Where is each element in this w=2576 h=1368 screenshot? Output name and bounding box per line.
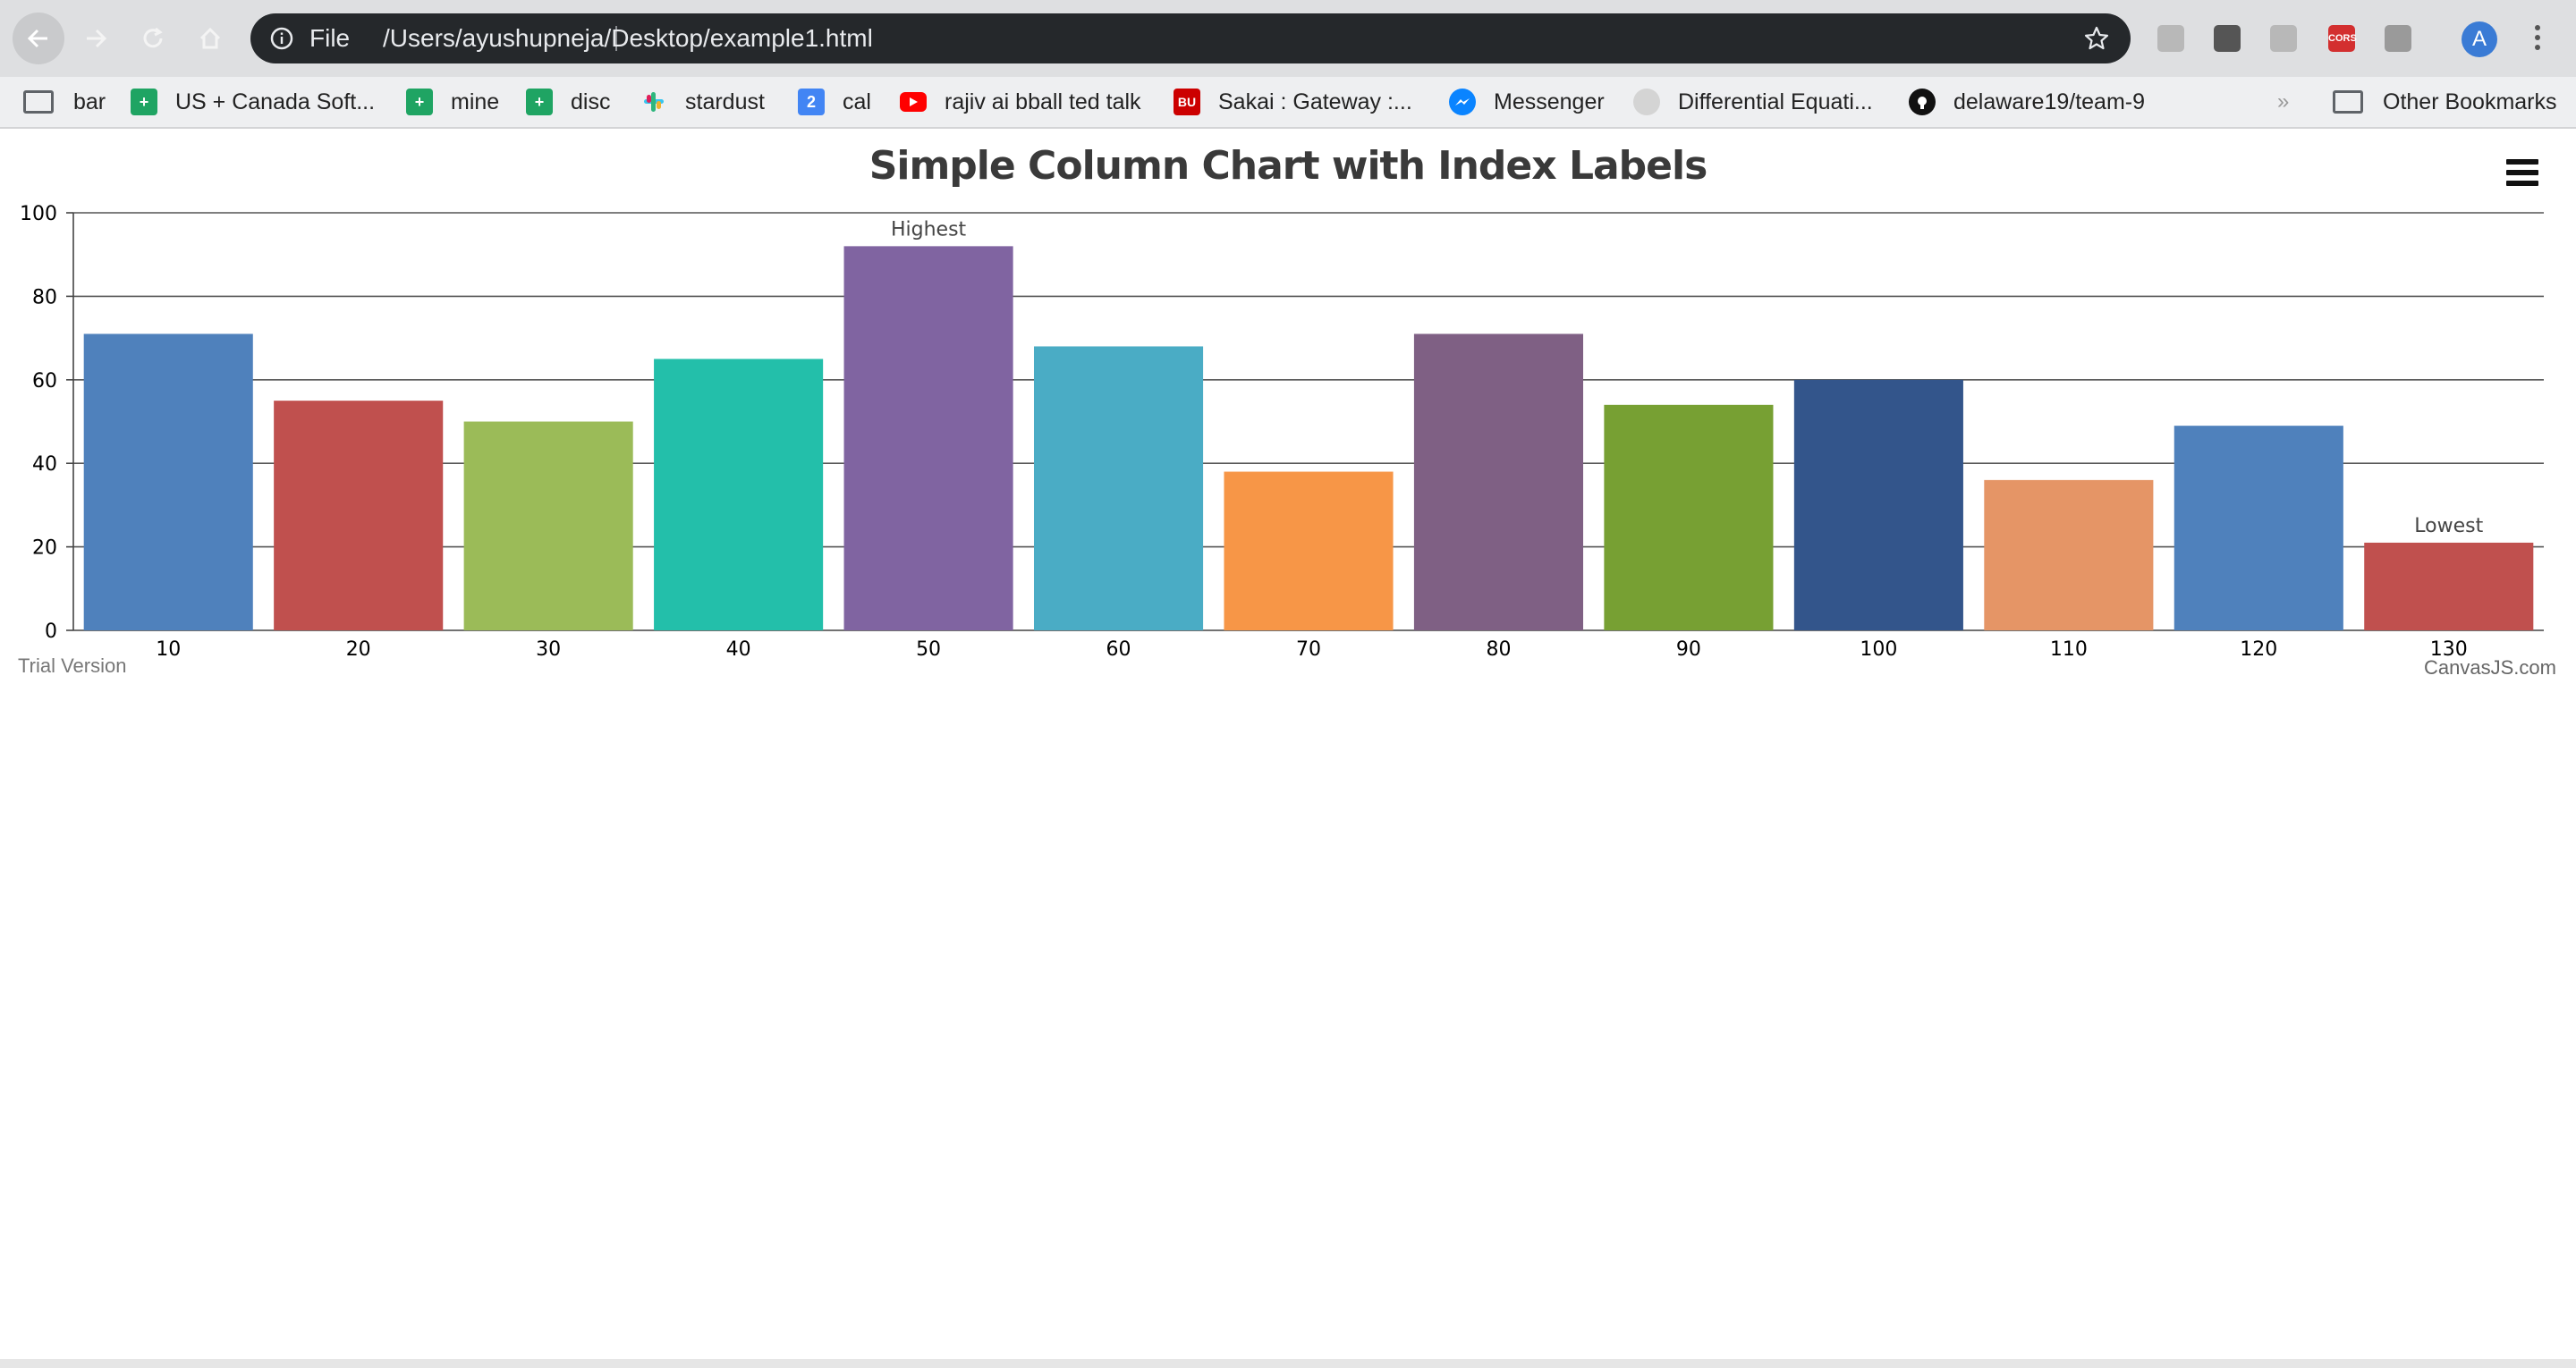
globe-icon xyxy=(1633,89,1660,115)
x-tick-label: 90 xyxy=(1676,638,1701,661)
folder-icon xyxy=(23,90,54,114)
y-tick-label: 100 xyxy=(20,203,57,225)
bar xyxy=(463,421,633,630)
slack-icon xyxy=(640,89,667,115)
reload-icon xyxy=(143,27,163,48)
bookmark-rajiv-talk[interactable]: rajiv ai bball ted talk xyxy=(900,77,1141,127)
canvasjs-credit-link[interactable]: CanvasJS.com xyxy=(2424,656,2556,680)
bookmark-label: Sakai : Gateway :... xyxy=(1218,89,1412,114)
sheets-icon: + xyxy=(526,89,553,115)
bar xyxy=(1604,404,1774,630)
back-arrow-icon xyxy=(27,29,47,48)
bookmarks-bar: bar + US + Canada Soft... + mine + disc … xyxy=(0,77,2576,129)
cors-extension-icon[interactable]: CORS xyxy=(2328,25,2357,52)
index-label: Highest xyxy=(891,218,967,241)
bar xyxy=(83,334,253,630)
copy-extension-icon[interactable] xyxy=(2270,25,2297,52)
x-tick-label: 50 xyxy=(916,638,941,661)
window-bottom-edge xyxy=(0,1359,2576,1368)
bookmark-messenger[interactable]: Messenger xyxy=(1449,77,1605,127)
x-tick-label: 110 xyxy=(2050,638,2088,661)
bar xyxy=(1793,379,1963,630)
sheets-icon: + xyxy=(406,89,433,115)
column-chart: 0 20 40 60 80 100 10 20 30 40 50 Highest 60 70 80 90 100… xyxy=(20,203,2544,661)
bookmark-stardust[interactable]: stardust xyxy=(640,77,765,127)
bar xyxy=(2364,542,2534,630)
sheets-icon: + xyxy=(131,89,157,115)
bookmark-star-icon[interactable] xyxy=(2084,26,2109,51)
trial-version-label: Trial Version xyxy=(18,654,127,677)
x-tick-label: 100 xyxy=(1860,638,1897,661)
github-icon xyxy=(1909,89,1936,115)
y-tick-label: 20 xyxy=(32,537,57,560)
browser-toolbar: File /Users/ayushupneja/Desktop/example1… xyxy=(0,0,2576,77)
bookmark-label: bar xyxy=(73,89,106,114)
reload-button[interactable] xyxy=(127,13,179,64)
messenger-icon xyxy=(1449,89,1476,115)
bu-icon: BU xyxy=(1174,89,1200,115)
browser-menu-icon[interactable] xyxy=(2535,25,2542,54)
back-button[interactable] xyxy=(13,13,64,64)
address-scheme: File xyxy=(309,24,351,52)
bookmark-sakai[interactable]: BU Sakai : Gateway :... xyxy=(1174,77,1412,127)
profile-avatar[interactable]: A xyxy=(2462,21,2497,57)
index-label: Lowest xyxy=(2414,515,2483,537)
bookmark-differential[interactable]: Differential Equati... xyxy=(1633,77,1873,127)
folder-icon xyxy=(2333,90,2363,114)
forward-button[interactable] xyxy=(70,13,122,64)
bookmark-label: disc xyxy=(571,89,611,114)
bookmark-label: delaware19/team-9 xyxy=(1953,89,2146,114)
fx-extension-icon[interactable] xyxy=(2157,25,2184,52)
bookmark-bar-folder[interactable]: bar xyxy=(23,77,106,127)
bookmark-label: Differential Equati... xyxy=(1678,89,1873,114)
mail-extension-icon[interactable] xyxy=(2385,25,2411,52)
address-bar[interactable]: File /Users/ayushupneja/Desktop/example1… xyxy=(250,13,2131,63)
y-tick-label: 40 xyxy=(32,453,57,476)
bookmarks-overflow-button[interactable]: » xyxy=(2277,77,2289,127)
forward-arrow-icon xyxy=(87,29,107,48)
bookmark-label: Messenger xyxy=(1494,89,1605,114)
bar xyxy=(2174,426,2343,630)
calendar-icon: 2 xyxy=(798,89,825,115)
bar xyxy=(654,359,824,630)
other-bookmarks-label: Other Bookmarks xyxy=(2383,89,2557,114)
y-tick-label: 60 xyxy=(32,370,57,393)
x-tick-label: 120 xyxy=(2240,638,2277,661)
bar xyxy=(843,246,1013,630)
bookmark-cal[interactable]: 2 cal xyxy=(798,77,871,127)
bookmark-label: rajiv ai bball ted talk xyxy=(945,89,1141,114)
x-tick-label: 10 xyxy=(156,638,181,661)
y-tick-label: 0 xyxy=(45,621,57,643)
bookmark-label: mine xyxy=(451,89,500,114)
bookmark-label: US + Canada Soft... xyxy=(175,89,376,114)
bookmark-label: cal xyxy=(843,89,871,114)
bar xyxy=(1413,334,1584,630)
download-extension-icon[interactable] xyxy=(2214,25,2241,52)
other-bookmarks-folder[interactable]: Other Bookmarks xyxy=(2333,77,2557,127)
home-icon xyxy=(199,27,221,49)
x-tick-label: 70 xyxy=(1296,638,1321,661)
x-tick-label: 20 xyxy=(346,638,371,661)
home-button[interactable] xyxy=(184,13,236,64)
address-url[interactable]: /Users/ayushupneja/Desktop/example1.html xyxy=(383,13,873,63)
bar xyxy=(1984,479,2154,630)
chart-container: Simple Column Chart with Index Labels 02… xyxy=(0,131,2576,685)
bookmark-disc[interactable]: + disc xyxy=(526,77,610,127)
bar xyxy=(274,401,444,630)
bookmark-us-canada[interactable]: + US + Canada Soft... xyxy=(131,77,375,127)
bookmark-delaware[interactable]: delaware19/team-9 xyxy=(1909,77,2145,127)
youtube-icon xyxy=(900,92,927,112)
bookmark-label: stardust xyxy=(685,89,765,114)
x-tick-label: 30 xyxy=(536,638,561,661)
info-icon[interactable] xyxy=(270,27,293,50)
x-tick-label: 80 xyxy=(1486,638,1511,661)
y-tick-label: 80 xyxy=(32,286,57,308)
bar xyxy=(1224,471,1394,630)
bookmark-mine[interactable]: + mine xyxy=(406,77,499,127)
x-tick-label: 60 xyxy=(1106,638,1131,661)
x-tick-label: 40 xyxy=(726,638,751,661)
bar xyxy=(1033,346,1204,630)
